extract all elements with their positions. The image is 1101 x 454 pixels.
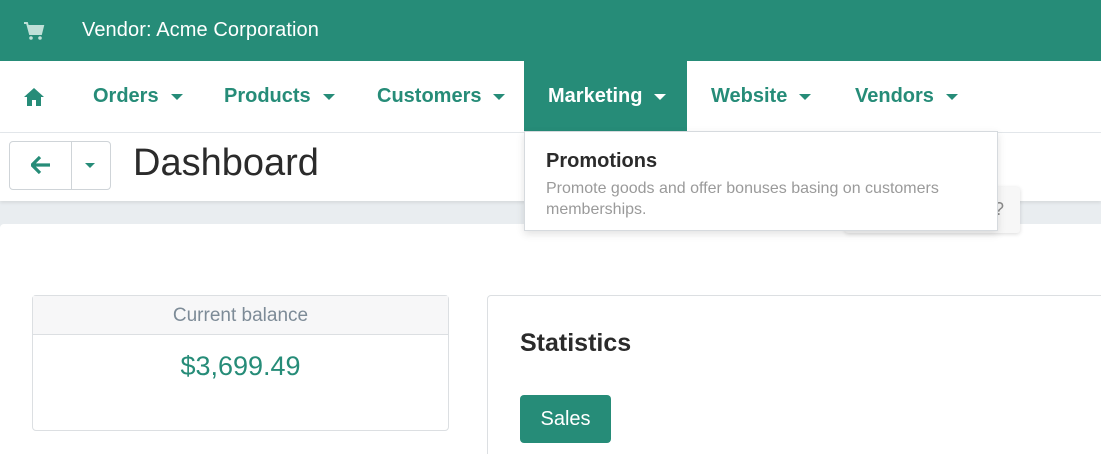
nav-customers[interactable]: Customers	[377, 61, 506, 131]
chevron-down-icon	[85, 163, 95, 168]
back-button[interactable]	[10, 142, 72, 189]
balance-label: Current balance	[33, 296, 448, 335]
nav-website-label: Website	[711, 84, 788, 107]
caret-down-icon	[945, 94, 958, 100]
vendor-name[interactable]: Vendor: Acme Corporation	[82, 19, 319, 42]
dropdown-item-title: Promotions	[546, 150, 658, 172]
nav-marketing-label: Marketing	[548, 84, 643, 107]
back-menu-button[interactable]	[72, 142, 110, 189]
balance-card: Current balance $3,699.49	[32, 295, 449, 431]
caret-down-icon	[799, 94, 812, 100]
shopping-cart-icon[interactable]	[23, 21, 45, 41]
statistics-card: Statistics Sales	[487, 295, 1101, 454]
dashboard-content: Current balance $3,699.49 Statistics Sal…	[0, 224, 1101, 454]
page-title: Dashboard	[133, 142, 319, 184]
balance-value: $3,699.49	[180, 351, 301, 381]
nav-vendors[interactable]: Vendors	[855, 61, 958, 131]
dropdown-item-description: Promote goods and offer bonuses basing o…	[546, 180, 939, 218]
nav-products-label: Products	[224, 84, 311, 107]
home-icon[interactable]	[23, 87, 45, 107]
caret-down-icon	[654, 94, 667, 100]
nav-orders-label: Orders	[93, 84, 159, 107]
back-button-group	[9, 141, 111, 190]
caret-down-icon	[170, 94, 183, 100]
caret-down-icon	[322, 94, 335, 100]
caret-down-icon	[493, 94, 506, 100]
main-nav: Orders Products Customers Marketing Webs…	[0, 61, 1101, 133]
arrow-left-icon	[31, 156, 50, 174]
marketing-dropdown: Promotions Promote goods and offer bonus…	[524, 131, 998, 231]
nav-vendors-label: Vendors	[855, 84, 934, 107]
statistics-title: Statistics	[520, 329, 632, 357]
nav-orders[interactable]: Orders	[93, 61, 183, 131]
sales-tab-button[interactable]: Sales	[520, 395, 611, 443]
vendor-bar: Vendor: Acme Corporation	[0, 0, 1101, 61]
nav-customers-label: Customers	[377, 84, 482, 107]
nav-marketing[interactable]: Marketing	[524, 61, 687, 131]
nav-website[interactable]: Website	[711, 61, 812, 131]
nav-products[interactable]: Products	[224, 61, 335, 131]
